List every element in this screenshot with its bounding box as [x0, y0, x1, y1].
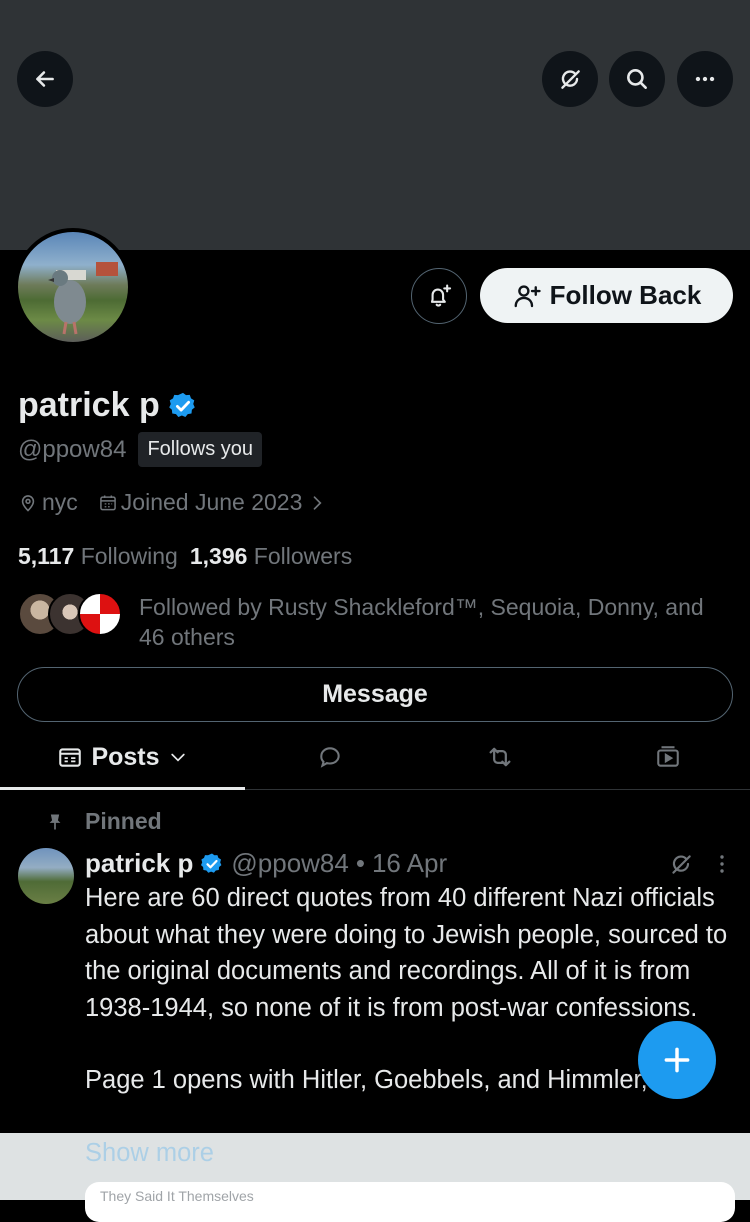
pinned-indicator: Pinned	[45, 808, 162, 835]
calendar-icon	[99, 495, 116, 510]
display-name: patrick p	[18, 386, 198, 425]
retweet-icon	[489, 747, 511, 767]
message-button[interactable]: Message	[17, 667, 733, 722]
chevron-right-icon[interactable]	[307, 493, 327, 513]
back-arrow-icon	[36, 71, 54, 87]
active-tab-indicator	[0, 787, 245, 790]
chevron-down-icon	[170, 753, 185, 762]
pin-icon	[49, 814, 61, 829]
posts-icon	[59, 748, 82, 767]
followers-count: 1,396	[189, 543, 248, 569]
more-icon	[695, 76, 715, 82]
followed-by-avatars[interactable]	[18, 592, 122, 636]
followers-link[interactable]: 1,396 Followers	[190, 543, 352, 570]
follows-you-badge: Follows you	[138, 432, 263, 467]
notifications-button[interactable]	[411, 268, 467, 324]
verified-icon	[168, 392, 195, 417]
search-button[interactable]	[609, 51, 665, 107]
link-card-title: They Said It Themselves	[100, 1188, 254, 1204]
search-icon	[627, 69, 647, 89]
tab-posts[interactable]: Posts	[0, 725, 245, 790]
post-more-icon[interactable]	[710, 851, 734, 877]
profile-tabs: Posts	[0, 725, 750, 790]
post-author-handle[interactable]: @ppow84	[231, 848, 348, 879]
mutual-avatar	[78, 592, 122, 636]
joined-text: Joined June 2023	[120, 489, 303, 515]
post-grok-icon[interactable]	[668, 851, 694, 877]
add-user-icon	[514, 284, 541, 307]
tab-replies[interactable]	[245, 725, 415, 789]
followers-label: Followers	[253, 543, 353, 569]
plus-icon	[664, 1047, 690, 1073]
follow-stats: 5,117 Following 1,396 Followers	[18, 543, 352, 570]
following-count: 5,117	[18, 543, 75, 569]
pinned-label: Pinned	[85, 808, 162, 834]
show-more-link[interactable]: Show more	[85, 1139, 214, 1168]
follow-back-button[interactable]: Follow Back	[480, 268, 733, 323]
tab-posts-label: Posts	[91, 742, 160, 771]
profile-meta: nyc Joined June 2023	[18, 489, 327, 516]
location-text: nyc	[42, 489, 78, 515]
profile-avatar[interactable]	[14, 228, 132, 346]
replies-icon	[320, 747, 340, 768]
handle: @ppow84	[18, 435, 127, 463]
profile-banner	[0, 0, 750, 250]
verified-icon	[201, 853, 222, 873]
tab-media[interactable]	[585, 725, 750, 789]
back-button[interactable]	[17, 51, 73, 107]
pigeon-photo	[48, 262, 118, 335]
media-icon	[656, 746, 679, 767]
compose-button[interactable]	[638, 1021, 716, 1099]
post-header: patrick p @ppow84 • 16 Apr	[85, 848, 447, 879]
post-paragraph: Here are 60 direct quotes from 40 differ…	[85, 884, 728, 1022]
post-dot: •	[355, 848, 365, 878]
follow-back-label: Follow Back	[549, 280, 702, 310]
followed-by-text[interactable]: Followed by Rusty Shackleford™, Sequoia,…	[139, 592, 729, 652]
post-paragraph: Page 1 opens with Hitler, Goebbels, and …	[85, 1066, 648, 1095]
link-card[interactable]: They Said It Themselves	[85, 1182, 735, 1222]
more-options-button[interactable]	[677, 51, 733, 107]
post-author-name[interactable]: patrick p	[85, 848, 193, 879]
post-avatar[interactable]	[18, 848, 74, 904]
following-label: Following	[80, 543, 178, 569]
handle-row: @ppow84 Follows you	[18, 432, 263, 467]
bell-plus-icon	[430, 284, 452, 307]
tab-reposts[interactable]	[415, 725, 585, 789]
following-link[interactable]: 5,117 Following	[18, 543, 178, 570]
grok-icon	[561, 70, 580, 89]
post-date[interactable]: 16 Apr	[372, 848, 447, 879]
display-name-text: patrick p	[18, 386, 160, 424]
grok-button[interactable]	[542, 51, 598, 107]
location-icon	[21, 494, 35, 512]
